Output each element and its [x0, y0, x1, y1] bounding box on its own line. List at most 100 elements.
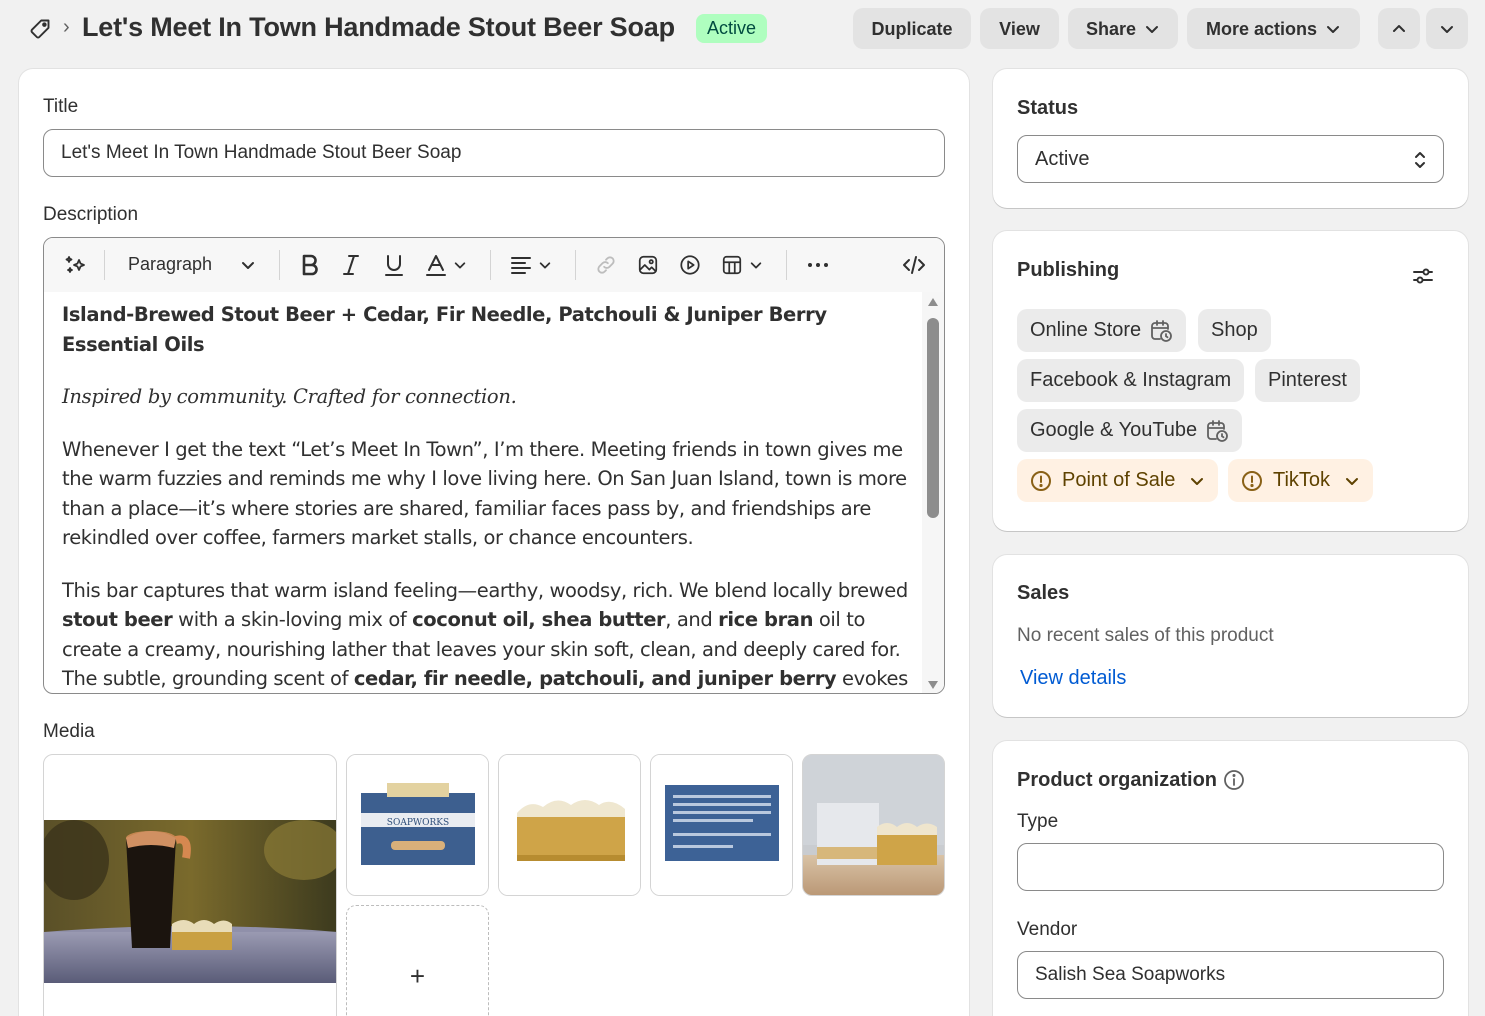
soap-bar-photo — [499, 755, 640, 895]
sales-empty-text: No recent sales of this product — [1017, 625, 1274, 646]
breadcrumb-chevron-icon: › — [63, 16, 70, 38]
type-label: Type — [1017, 811, 1059, 832]
chevron-down-icon — [750, 262, 762, 269]
play-circle-icon — [680, 255, 700, 275]
chevron-down-icon — [539, 262, 551, 269]
table-icon — [722, 255, 742, 275]
media-item-primary[interactable] — [43, 754, 337, 1016]
soap-with-box-photo — [803, 755, 944, 895]
toolbar-divider — [279, 250, 280, 280]
media-item-thumbnail[interactable] — [650, 754, 793, 896]
underline-button[interactable] — [383, 253, 405, 277]
media-item-thumbnail[interactable] — [802, 754, 945, 896]
description-label: Description — [43, 204, 139, 225]
sales-label: Sales — [1017, 582, 1070, 604]
alert-circle-icon — [1031, 470, 1051, 491]
insert-video-button[interactable] — [679, 253, 701, 277]
status-label: Status — [1017, 97, 1079, 119]
bold-button[interactable] — [299, 253, 321, 277]
channel-shop[interactable]: Shop — [1198, 309, 1271, 352]
label-logo-text: SOAPWORKS — [387, 818, 449, 828]
description-editor: Paragraph Island-Brewed Stout Beer + Ced… — [43, 237, 945, 694]
editor-toolbar: Paragraph — [44, 238, 944, 292]
toolbar-divider — [490, 250, 491, 280]
media-item-thumbnail[interactable] — [498, 754, 641, 896]
description-paragraph: This bar captures that warm island feeli… — [62, 578, 908, 691]
insert-table-button[interactable] — [721, 253, 763, 277]
select-arrows-icon — [1415, 152, 1425, 168]
bold-icon — [302, 254, 318, 276]
media-label: Media — [43, 721, 95, 742]
chevron-up-icon — [1393, 25, 1405, 33]
description-paragraph: Whenever I get the text “Let’s Meet In T… — [62, 437, 907, 550]
chevron-down-icon — [242, 262, 254, 269]
view-details-link[interactable]: View details — [1020, 667, 1126, 690]
add-media-button[interactable]: + — [346, 905, 489, 1016]
sparkle-icon — [65, 256, 85, 273]
insert-image-button[interactable] — [637, 253, 659, 277]
chevron-down-icon — [1346, 477, 1359, 485]
calendar-clock-icon — [1151, 319, 1173, 342]
alert-circle-icon — [1242, 470, 1262, 491]
underline-icon — [385, 255, 403, 276]
page-title: Let's Meet In Town Handmade Stout Beer S… — [82, 12, 675, 42]
chevron-down-icon — [1327, 26, 1340, 34]
italic-button[interactable] — [341, 253, 361, 277]
toolbar-divider — [104, 250, 105, 280]
vendor-input[interactable]: Salish Sea Soapworks — [1017, 951, 1444, 999]
chevron-down-icon — [1191, 477, 1204, 485]
duplicate-button[interactable]: Duplicate — [853, 8, 971, 49]
insert-link-button[interactable] — [595, 253, 617, 277]
scroll-down-arrow-icon — [928, 681, 938, 689]
previous-product-button[interactable] — [1378, 8, 1420, 49]
info-icon[interactable] — [1223, 769, 1245, 791]
product-photo-beer-and-soap — [44, 820, 336, 983]
title-label: Title — [43, 96, 79, 117]
channel-tiktok[interactable]: TikTok — [1228, 459, 1374, 502]
more-actions-button[interactable]: More actions — [1187, 8, 1360, 49]
calendar-clock-icon — [1207, 419, 1229, 442]
channel-online-store[interactable]: Online Store — [1017, 309, 1187, 352]
vendor-label: Vendor — [1017, 919, 1078, 940]
link-icon — [597, 256, 615, 274]
toolbar-divider — [575, 250, 576, 280]
channel-facebook-instagram[interactable]: Facebook & Instagram — [1017, 359, 1245, 402]
description-content[interactable]: Island-Brewed Stout Beer + Cedar, Fir Ne… — [62, 300, 912, 693]
status-badge: Active — [696, 14, 768, 43]
media-item-thumbnail[interactable]: SOAPWORKS — [346, 754, 489, 896]
chevron-down-icon — [1441, 26, 1453, 34]
text-color-button[interactable] — [425, 253, 467, 277]
paragraph-dropdown-button[interactable] — [240, 253, 256, 277]
tag-icon — [30, 19, 50, 39]
product-organization-label: Product organization — [1017, 769, 1217, 791]
status-select[interactable]: Active — [1017, 135, 1444, 183]
more-horizontal-icon — [808, 263, 828, 267]
align-button[interactable] — [510, 253, 552, 277]
type-input[interactable] — [1017, 843, 1444, 891]
more-formatting-button[interactable] — [806, 253, 830, 277]
align-left-icon — [511, 257, 531, 274]
scrollbar-thumb[interactable] — [927, 318, 939, 518]
ai-magic-button[interactable] — [64, 253, 88, 277]
channel-point-of-sale[interactable]: Point of Sale — [1017, 459, 1219, 502]
view-button[interactable]: View — [980, 8, 1059, 49]
manage-publishing-icon[interactable] — [1411, 264, 1435, 288]
channel-google-youtube[interactable]: Google & YouTube — [1017, 409, 1243, 452]
image-icon — [638, 255, 658, 275]
text-color-icon — [426, 255, 446, 276]
description-tagline: Inspired by community. Crafted for conne… — [62, 385, 517, 408]
editor-scrollbar[interactable] — [922, 292, 944, 693]
title-input[interactable]: Let's Meet In Town Handmade Stout Beer S… — [43, 129, 945, 177]
share-button[interactable]: Share — [1068, 8, 1178, 49]
scroll-up-arrow-icon — [928, 298, 938, 306]
toolbar-divider — [786, 250, 787, 280]
chevron-down-icon — [454, 262, 466, 269]
paragraph-style-select[interactable]: Paragraph — [128, 254, 212, 275]
chevron-down-icon — [1146, 26, 1159, 34]
soap-box-back-photo — [651, 755, 792, 895]
publishing-label: Publishing — [1017, 259, 1120, 281]
channel-pinterest[interactable]: Pinterest — [1255, 359, 1360, 402]
show-html-button[interactable] — [902, 253, 926, 277]
next-product-button[interactable] — [1426, 8, 1468, 49]
page-header: › Let's Meet In Town Handmade Stout Beer… — [0, 0, 1485, 58]
